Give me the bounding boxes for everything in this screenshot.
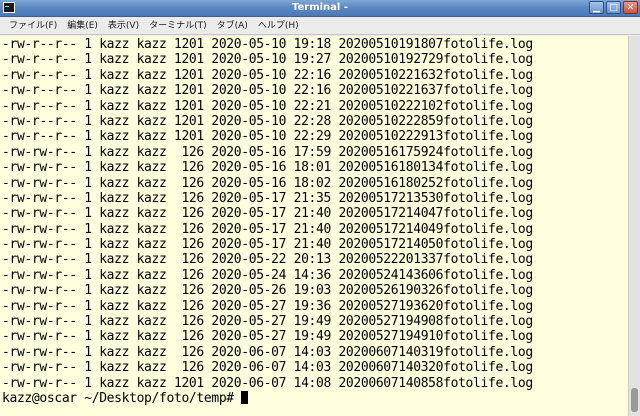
vertical-scrollbar[interactable] [628, 36, 640, 416]
title-bar[interactable]: Terminal - ▁ □ ✕ [0, 0, 640, 17]
terminal-line: -rw-rw-r-- 1 kazz kazz 126 2020-06-07 14… [2, 344, 533, 360]
menu-bar: ファイル(F) 編集(E) 表示(V) ターミナル(T) タブ(A) ヘルプ(H… [0, 17, 640, 35]
terminal-line: -rw-r--r-- 1 kazz kazz 1201 2020-05-10 2… [2, 67, 533, 83]
shell-prompt: kazz@oscar ~/Desktop/foto/temp# [2, 390, 242, 406]
terminal-window: Terminal - ▁ □ ✕ ファイル(F) 編集(E) 表示(V) ターミ… [0, 0, 640, 416]
menu-help[interactable]: ヘルプ(H) [253, 17, 304, 35]
terminal-line: -rw-rw-r-- 1 kazz kazz 126 2020-05-27 19… [2, 298, 533, 314]
terminal-line: -rw-rw-r-- 1 kazz kazz 126 2020-05-22 20… [2, 252, 533, 268]
terminal-line: -rw-rw-r-- 1 kazz kazz 126 2020-05-24 14… [2, 267, 533, 283]
text-cursor [241, 390, 249, 404]
terminal-line: -rw-rw-r-- 1 kazz kazz 126 2020-05-16 17… [2, 144, 533, 160]
terminal-line: -rw-rw-r-- 1 kazz kazz 126 2020-05-16 18… [2, 175, 533, 191]
terminal-line: -rw-r--r-- 1 kazz kazz 1201 2020-05-10 2… [2, 98, 533, 114]
terminal-lines: -rw-r--r-- 1 kazz kazz 1201 2020-05-10 1… [2, 37, 628, 406]
menu-tabs[interactable]: タブ(A) [212, 17, 253, 35]
terminal-line: -rw-rw-r-- 1 kazz kazz 126 2020-06-07 14… [2, 360, 533, 376]
terminal-line: -rw-r--r-- 1 kazz kazz 1201 2020-05-10 2… [2, 129, 533, 145]
terminal-line: -rw-r--r-- 1 kazz kazz 1201 2020-05-10 1… [2, 37, 533, 52]
window-title: Terminal - [292, 2, 348, 13]
terminal-line: -rw-rw-r-- 1 kazz kazz 126 2020-05-27 19… [2, 329, 533, 345]
menu-file[interactable]: ファイル(F) [4, 17, 62, 35]
scrollbar-thumb[interactable] [631, 388, 638, 412]
terminal-line: -rw-rw-r-- 1 kazz kazz 126 2020-05-16 18… [2, 160, 533, 176]
terminal-line: -rw-r--r-- 1 kazz kazz 1201 2020-05-10 2… [2, 113, 533, 129]
terminal-line: -rw-rw-r-- 1 kazz kazz 1201 2020-06-07 1… [2, 375, 533, 391]
close-button[interactable]: ✕ [623, 1, 638, 14]
menu-edit[interactable]: 編集(E) [62, 17, 103, 35]
terminal-output[interactable]: -rw-r--r-- 1 kazz kazz 1201 2020-05-10 1… [0, 36, 628, 416]
maximize-button[interactable]: □ [606, 1, 621, 14]
terminal-line: -rw-rw-r-- 1 kazz kazz 126 2020-05-17 21… [2, 237, 533, 253]
menu-view[interactable]: 表示(V) [103, 17, 144, 35]
terminal-line: -rw-rw-r-- 1 kazz kazz 126 2020-05-17 21… [2, 190, 533, 206]
menu-terminal[interactable]: ターミナル(T) [144, 17, 212, 35]
terminal-line: -rw-rw-r-- 1 kazz kazz 126 2020-05-26 19… [2, 283, 533, 299]
terminal-line: -rw-rw-r-- 1 kazz kazz 126 2020-05-17 21… [2, 206, 533, 222]
minimize-button[interactable]: ▁ [589, 1, 604, 14]
terminal-line: -rw-rw-r-- 1 kazz kazz 126 2020-05-17 21… [2, 221, 533, 237]
prompt-line[interactable]: kazz@oscar ~/Desktop/foto/temp# [2, 390, 628, 406]
terminal-line: -rw-r--r-- 1 kazz kazz 1201 2020-05-10 2… [2, 83, 533, 99]
terminal-line: -rw-r--r-- 1 kazz kazz 1201 2020-05-10 1… [2, 52, 533, 68]
window-controls: ▁ □ ✕ [589, 1, 638, 15]
terminal-line: -rw-rw-r-- 1 kazz kazz 126 2020-05-27 19… [2, 314, 533, 330]
